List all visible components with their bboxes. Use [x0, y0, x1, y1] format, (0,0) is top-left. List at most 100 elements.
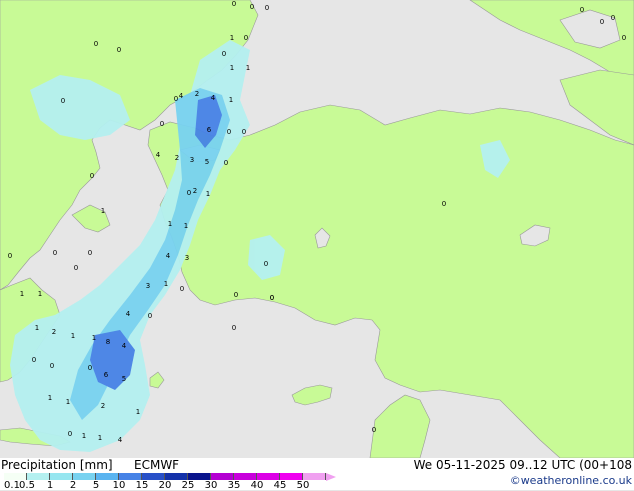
legend-tick-label: 2 — [69, 480, 77, 491]
rain-value-label: 0 — [250, 3, 254, 11]
legend-swatch — [165, 473, 188, 480]
rain-value-label: 0 — [74, 264, 78, 272]
rain-value-label: 0 — [88, 364, 92, 372]
legend-swatch — [50, 473, 73, 480]
legend-tick-label: 45 — [273, 480, 287, 491]
legend-tick-label: 10 — [112, 480, 126, 491]
rain-value-label: 0 — [372, 426, 376, 434]
model-label: ECMWF — [134, 458, 180, 472]
legend-ticks: 0.1 0.5 1 2 5 10 15 20 25 30 35 40 45 50 — [0, 480, 340, 491]
rain-value-label: 1 — [92, 334, 96, 342]
rain-value-label: 5 — [122, 375, 126, 383]
legend-swatch — [4, 473, 27, 480]
rain-value-label: 6 — [207, 126, 212, 134]
legend-tick-label: 5 — [92, 480, 100, 491]
rain-value-label: 3 — [146, 282, 150, 290]
legend-swatch — [234, 473, 257, 480]
rain-value-label: 1 — [38, 290, 42, 298]
legend-tick-label: 30 — [204, 480, 218, 491]
rain-value-label: 2 — [193, 187, 197, 195]
rain-value-label: 1 — [229, 96, 233, 104]
rain-value-label: 2 — [101, 402, 105, 410]
rain-value-label: 0 — [180, 285, 184, 293]
rain-value-label: 1 — [82, 432, 86, 440]
rain-value-label: 1 — [230, 64, 234, 72]
rain-value-label: 0 — [53, 249, 57, 257]
rain-value-label: 1 — [246, 64, 250, 72]
rain-value-label: 3 — [185, 254, 189, 262]
datetime-label: We 05-11-2025 09..12 UTC (00+108 — [413, 458, 632, 472]
legend-tick-label: 1 — [46, 480, 54, 491]
rain-value-label: 0 — [270, 294, 274, 302]
rain-value-label: 0 — [611, 14, 615, 22]
rain-value-label: 0 — [88, 249, 92, 257]
rain-value-label: 4 — [179, 92, 184, 100]
rain-value-label: 4 — [166, 252, 171, 260]
legend-swatch — [119, 473, 142, 480]
rain-value-label: 0 — [117, 46, 121, 54]
rain-value-label: 0 — [94, 40, 98, 48]
rain-value-label: 0 — [227, 128, 231, 136]
rain-value-label: 0 — [174, 95, 178, 103]
legend-swatch — [280, 473, 303, 480]
legend-swatch — [211, 473, 234, 480]
rain-value-label: 4 — [126, 310, 131, 318]
rain-value-label: 1 — [66, 398, 70, 406]
rain-value-label: 0 — [224, 159, 228, 167]
rain-value-label: 8 — [106, 338, 110, 346]
rain-value-label: 0 — [442, 200, 446, 208]
rain-value-label: 0 — [222, 50, 226, 58]
rain-value-label: 0 — [68, 430, 72, 438]
rain-value-label: 1 — [35, 324, 39, 332]
rain-value-label: 1 — [71, 332, 75, 340]
copyright-link[interactable]: ©weatheronline.co.uk — [510, 474, 632, 487]
rain-value-label: 2 — [52, 328, 56, 336]
rain-value-label: 0 — [600, 18, 604, 26]
rain-value-label: 0 — [622, 34, 626, 42]
product-label: Precipitation [mm] — [1, 458, 113, 472]
rain-value-label: 0 — [232, 324, 236, 332]
rain-value-label: 0 — [242, 128, 246, 136]
legend-swatch — [188, 473, 211, 480]
rain-value-label: 0 — [32, 356, 36, 364]
legend-tick-label: 20 — [158, 480, 172, 491]
rain-value-label: 6 — [104, 371, 109, 379]
rain-value-label: 0 — [264, 260, 268, 268]
legend-swatch — [142, 473, 165, 480]
rain-value-label: 0 — [90, 172, 94, 180]
rain-value-label: 4 — [156, 151, 161, 159]
rain-value-label: 0 — [244, 34, 248, 42]
rain-value-label: 1 — [48, 394, 52, 402]
rain-value-label: 0 — [160, 120, 164, 128]
legend-tick-label: 0.1 — [4, 480, 20, 491]
legend-tick-label: 50 — [296, 480, 310, 491]
legend-swatch — [96, 473, 119, 480]
rain-value-label: 4 — [211, 94, 216, 102]
rain-value-label: 1 — [168, 220, 172, 228]
map-footer: Precipitation [mm] ECMWF We 05-11-2025 0… — [0, 458, 634, 491]
precipitation-map: 0 0 0 0 0 0 0 0 1 0 0 0 1 1 4 2 0 4 1 6 0 0 4 2 3 5 0 0 2 1 0 1 1 0 4 3 1 0 3 1… — [0, 0, 634, 458]
rain-value-label: 2 — [175, 154, 179, 162]
legend-tick-label: 25 — [181, 480, 195, 491]
legend-swatch — [27, 473, 50, 480]
legend-tick-label: 0.5 — [19, 480, 35, 491]
rain-value-label: 0 — [8, 252, 12, 260]
rain-value-label: 1 — [136, 408, 140, 416]
rain-value-label: 0 — [50, 362, 54, 370]
legend-swatch — [303, 473, 326, 480]
rain-value-label: 2 — [195, 90, 199, 98]
rain-value-label: 0 — [234, 291, 238, 299]
rain-value-label: 1 — [164, 280, 168, 288]
legend-color-bar — [4, 473, 336, 481]
rain-value-label: 3 — [190, 156, 194, 164]
rain-value-label: 1 — [206, 190, 210, 198]
rain-value-label: 0 — [580, 6, 584, 14]
rain-value-label: 1 — [20, 290, 24, 298]
rain-value-label: 1 — [230, 34, 234, 42]
rain-value-label: 1 — [184, 222, 188, 230]
rain-value-label: 0 — [265, 4, 269, 12]
rain-value-label: 1 — [98, 434, 102, 442]
rain-value-label: 0 — [148, 312, 152, 320]
legend-tick-label: 40 — [250, 480, 264, 491]
rain-value-label: 4 — [118, 436, 123, 444]
